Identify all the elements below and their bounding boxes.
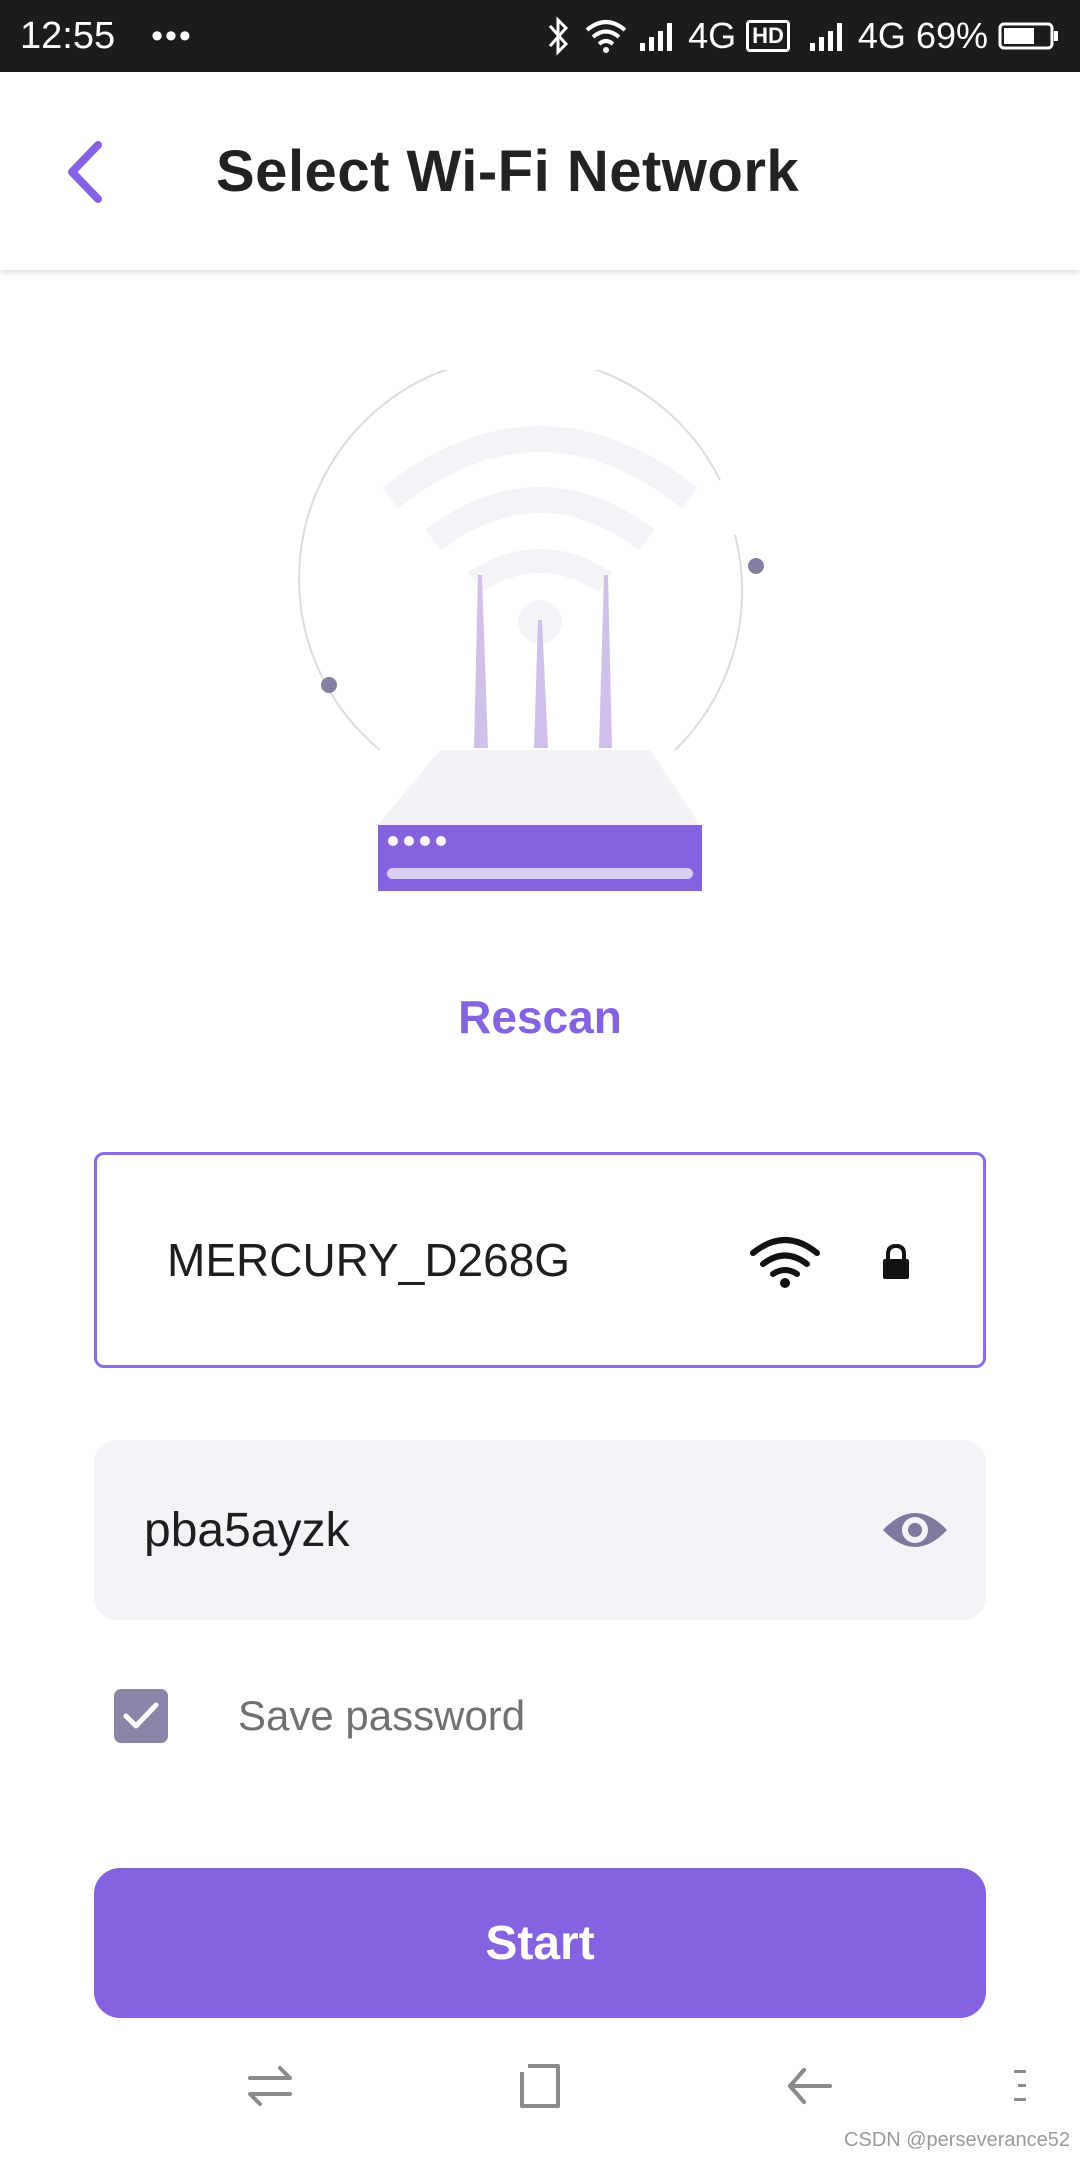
watermark: CSDN @perseverance52 — [844, 2129, 1070, 2151]
network-type-2: 4G — [857, 15, 906, 56]
battery-icon — [998, 21, 1060, 51]
status-time: 12:55 — [20, 14, 116, 57]
start-button[interactable]: Start — [94, 1868, 986, 2018]
bluetooth-icon — [544, 16, 574, 56]
status-more-dots: ••• — [151, 16, 193, 55]
eye-icon[interactable] — [880, 1504, 950, 1561]
network-type-1: 4G — [688, 15, 737, 56]
menu-icon[interactable] — [1008, 2060, 1032, 2117]
save-password-row[interactable]: Save password — [114, 1688, 814, 1744]
hd-badge: HD — [746, 20, 790, 52]
password-value: pba5ayzk — [144, 1503, 350, 1557]
lock-icon — [881, 1243, 911, 1286]
save-password-label: Save password — [238, 1692, 526, 1739]
wifi-signal-icon — [749, 1233, 821, 1294]
home-icon[interactable] — [514, 2060, 566, 2117]
status-bar: 12:55 ••• 4G HD 4G 69% — [0, 0, 1080, 72]
password-input[interactable]: pba5ayzk — [94, 1440, 986, 1620]
battery-percent: 69% — [915, 15, 988, 56]
start-button-label: Start — [485, 1916, 595, 1970]
switch-apps-icon[interactable] — [244, 2060, 296, 2117]
network-select-field[interactable]: MERCURY_D268G — [94, 1152, 986, 1368]
checkmark-icon — [123, 1702, 159, 1729]
save-password-checkbox[interactable] — [114, 1689, 168, 1743]
network-ssid: MERCURY_D268G — [167, 1234, 571, 1286]
system-nav-bar: CSDN @perseverance52 — [0, 2020, 1080, 2160]
signal-bars-icon — [808, 19, 848, 53]
app-bar: Select Wi-Fi Network — [0, 72, 1080, 270]
page-title: Select Wi-Fi Network — [216, 139, 800, 204]
rescan-button[interactable]: Rescan — [0, 990, 1080, 1044]
signal-bars-icon — [638, 19, 678, 53]
wifi-status-icon — [584, 18, 628, 54]
chevron-left-icon — [68, 141, 102, 203]
back-icon[interactable] — [784, 2060, 836, 2117]
back-button[interactable] — [50, 132, 120, 212]
router-illustration — [290, 355, 790, 910]
